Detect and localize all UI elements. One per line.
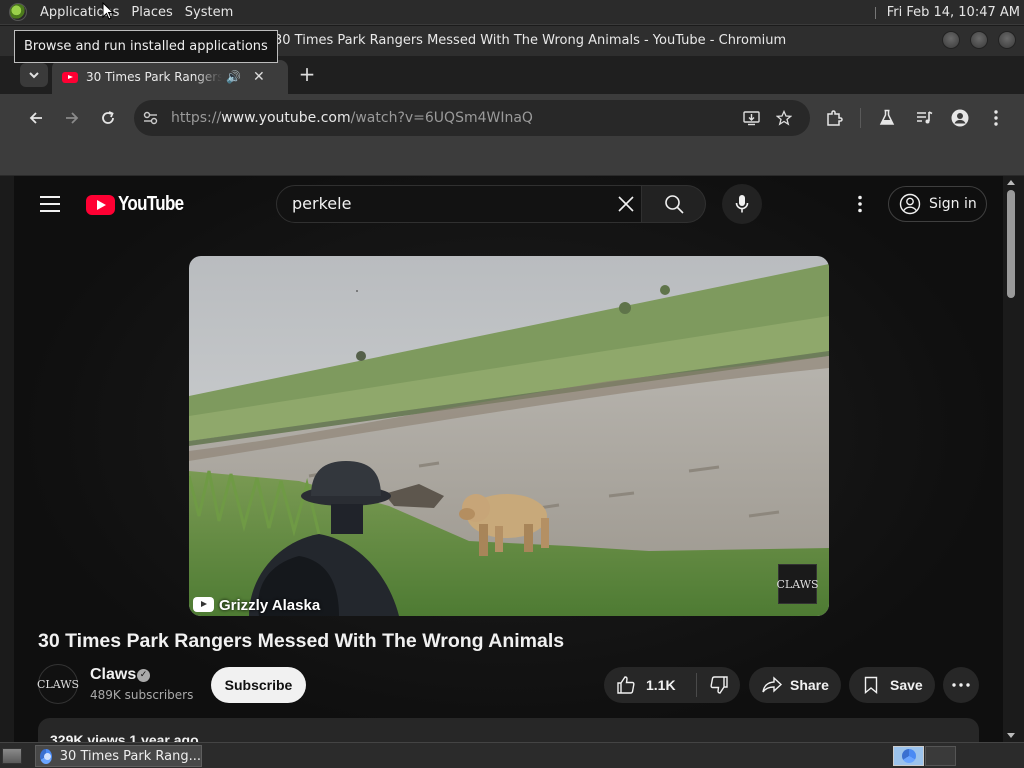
subscribe-button[interactable]: Subscribe bbox=[211, 667, 306, 703]
sign-in-button[interactable]: Sign in bbox=[888, 186, 987, 222]
like-dislike-group: 1.1K bbox=[604, 667, 740, 703]
sign-in-label: Sign in bbox=[929, 196, 977, 212]
minimize-button[interactable] bbox=[942, 31, 960, 49]
search-input[interactable]: perkele bbox=[276, 185, 642, 223]
reload-icon bbox=[102, 111, 114, 124]
browser-menu-button[interactable] bbox=[984, 106, 1008, 130]
address-bar[interactable]: https://www.youtube.com/watch?v=6UQSm4WI… bbox=[134, 100, 810, 136]
panel-clock[interactable]: Fri Feb 14, 10:47 AM bbox=[874, 0, 1020, 25]
youtube-logo-text: YouTube bbox=[118, 193, 184, 215]
applications-tooltip: Browse and run installed applications bbox=[14, 30, 278, 63]
description-box[interactable]: 329K views 1 year ago bbox=[38, 718, 979, 742]
install-app-icon[interactable] bbox=[743, 110, 760, 126]
top-panel: Applications Places System Fri Feb 14, 1… bbox=[0, 0, 1024, 25]
clear-search-icon[interactable] bbox=[617, 195, 635, 213]
extensions-button[interactable] bbox=[822, 106, 846, 130]
share-icon bbox=[762, 676, 783, 693]
new-tab-button[interactable]: + bbox=[296, 62, 318, 86]
more-horizontal-icon bbox=[952, 683, 970, 687]
toolbar-separator bbox=[860, 108, 861, 128]
video-title: 30 Times Park Rangers Messed With The Wr… bbox=[38, 630, 565, 652]
save-label: Save bbox=[890, 677, 923, 693]
chromium-icon bbox=[40, 748, 52, 764]
settings-kebab-icon[interactable] bbox=[850, 194, 870, 214]
search-icon bbox=[664, 195, 684, 214]
bottom-taskbar: 30 Times Park Rang... bbox=[0, 742, 1024, 768]
bookmarks-bar bbox=[0, 142, 1024, 176]
close-window-button[interactable] bbox=[998, 31, 1016, 49]
bookmark-star-icon[interactable] bbox=[776, 110, 792, 126]
view-count-date: 329K views 1 year ago bbox=[50, 732, 199, 742]
tab-search-button[interactable] bbox=[20, 63, 48, 87]
video-frame-bear-scene bbox=[189, 256, 829, 616]
distro-logo-icon[interactable] bbox=[9, 3, 27, 21]
back-button[interactable] bbox=[24, 106, 48, 130]
workspace-1[interactable] bbox=[893, 746, 924, 766]
voice-search-button[interactable] bbox=[722, 184, 762, 224]
microphone-icon bbox=[735, 195, 749, 213]
more-actions-button[interactable] bbox=[943, 667, 979, 703]
share-button[interactable]: Share bbox=[749, 667, 841, 703]
account-icon bbox=[899, 193, 921, 215]
site-info-icon[interactable] bbox=[143, 111, 158, 125]
account-circle-icon bbox=[951, 109, 969, 127]
system-menu[interactable]: System bbox=[179, 0, 239, 25]
video-player[interactable]: Grizzly Alaska CLAWS bbox=[189, 256, 829, 616]
media-controls-button[interactable] bbox=[912, 106, 936, 130]
page-viewport: YouTube perkele Sign in Grizzly Alaska C… bbox=[14, 176, 1003, 742]
address-url[interactable]: https://www.youtube.com/watch?v=6UQSm4WI… bbox=[171, 100, 533, 136]
window-title: 30 Times Park Rangers Messed With The Wr… bbox=[274, 33, 787, 48]
guide-menu-icon[interactable] bbox=[40, 196, 60, 212]
watermark-youtube-icon bbox=[193, 597, 214, 612]
channel-avatar[interactable]: CLAWS bbox=[37, 664, 79, 704]
reload-button[interactable] bbox=[96, 106, 120, 130]
verified-badge-icon: ✓ bbox=[137, 669, 150, 682]
search-button[interactable] bbox=[642, 185, 706, 223]
youtube-favicon-icon bbox=[62, 71, 78, 83]
queue-music-icon bbox=[916, 111, 932, 124]
dislike-button[interactable] bbox=[697, 675, 729, 695]
save-button[interactable]: Save bbox=[849, 667, 935, 703]
profile-button[interactable] bbox=[948, 106, 972, 130]
youtube-logo[interactable]: YouTube bbox=[86, 193, 195, 216]
page-scrollbar[interactable] bbox=[1003, 176, 1020, 742]
search-query-text: perkele bbox=[292, 194, 352, 213]
arrow-right-icon bbox=[66, 112, 79, 124]
scrollbar-thumb[interactable] bbox=[1007, 190, 1015, 298]
workspace-chromium-icon bbox=[902, 749, 916, 763]
taskbar-window-label: 30 Times Park Rang... bbox=[59, 748, 201, 764]
workspace-2[interactable] bbox=[925, 746, 956, 766]
tab-title: 30 Times Park Rangers Messed With The Wr… bbox=[86, 70, 222, 84]
scroll-up-arrow-icon[interactable] bbox=[1007, 180, 1015, 185]
video-watermark: Grizzly Alaska bbox=[219, 597, 321, 614]
scroll-down-arrow-icon[interactable] bbox=[1007, 733, 1015, 738]
audio-playing-icon[interactable]: 🔊 bbox=[226, 70, 241, 84]
bookmark-icon bbox=[864, 676, 878, 694]
browser-toolbar: https://www.youtube.com/watch?v=6UQSm4WI… bbox=[0, 94, 1024, 142]
kebab-menu-icon bbox=[994, 110, 998, 126]
arrow-left-icon bbox=[29, 112, 42, 124]
channel-name[interactable]: Claws bbox=[90, 666, 136, 684]
like-count: 1.1K bbox=[646, 677, 676, 693]
chevron-down-icon bbox=[29, 71, 39, 78]
maximize-button[interactable] bbox=[970, 31, 988, 49]
channel-watermark-bug[interactable]: CLAWS bbox=[776, 564, 819, 604]
forward-button[interactable] bbox=[60, 106, 84, 130]
tab-youtube[interactable]: 30 Times Park Rangers Messed With The Wr… bbox=[52, 60, 288, 94]
labs-button[interactable] bbox=[875, 106, 899, 130]
youtube-header: YouTube perkele Sign in bbox=[14, 176, 1003, 232]
flask-icon bbox=[879, 109, 895, 125]
thumbs-down-icon bbox=[710, 676, 728, 694]
places-menu[interactable]: Places bbox=[125, 0, 178, 25]
subscriber-count: 489K subscribers bbox=[90, 688, 194, 702]
taskbar-window-button[interactable]: 30 Times Park Rang... bbox=[35, 745, 202, 767]
share-label: Share bbox=[790, 677, 829, 693]
thumbs-up-icon bbox=[617, 676, 635, 694]
youtube-play-icon bbox=[86, 194, 115, 215]
tab-close-icon[interactable]: ✕ bbox=[253, 69, 265, 85]
show-desktop-icon[interactable] bbox=[2, 748, 22, 764]
like-button[interactable]: 1.1K bbox=[604, 675, 696, 695]
puzzle-icon bbox=[827, 110, 843, 126]
